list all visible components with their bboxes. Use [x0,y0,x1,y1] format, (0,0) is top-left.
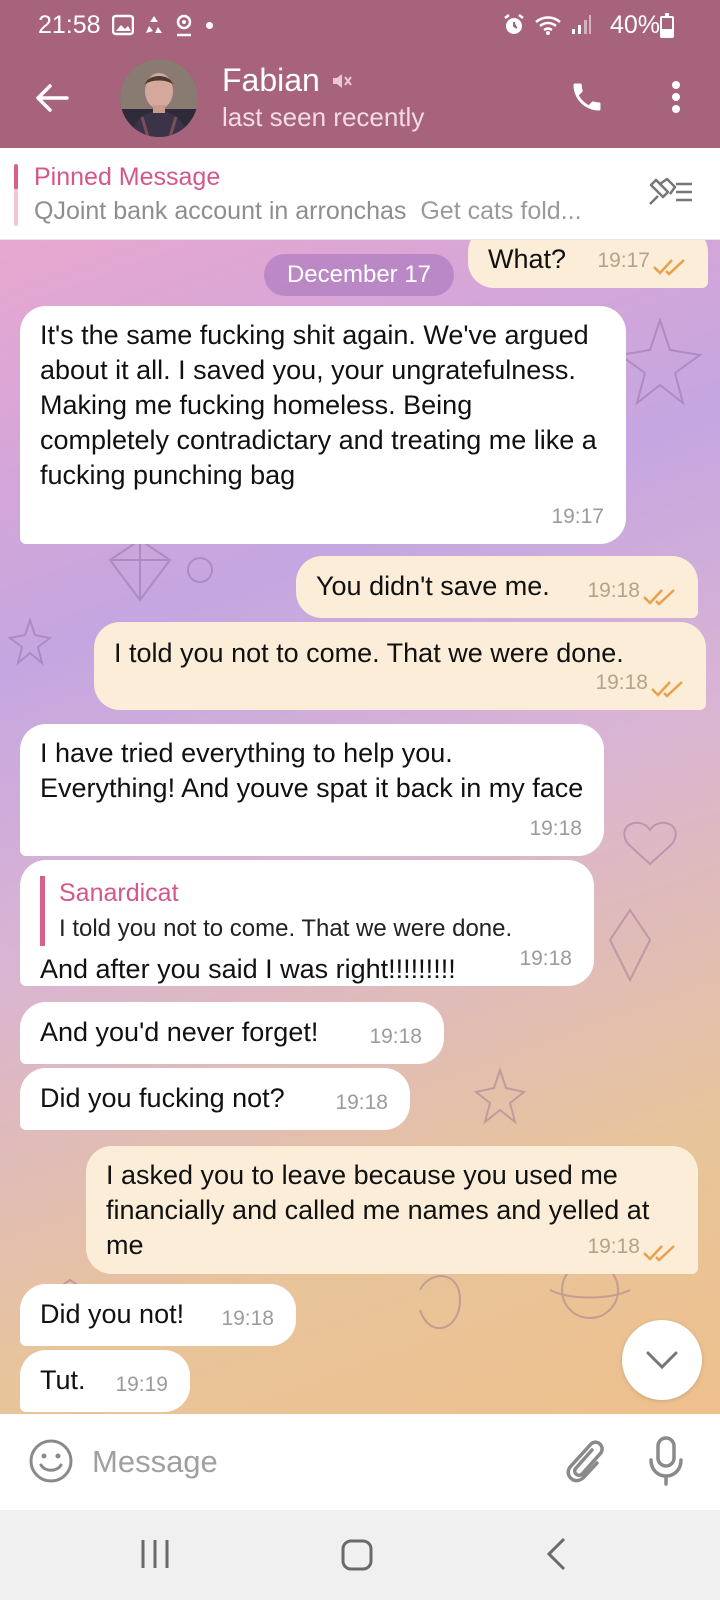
gallery-icon [112,14,134,36]
status-bar: 21:58 40% [0,0,720,52]
message-time: 19:18 [335,1091,388,1114]
message-time: 19:18 [519,947,572,970]
notification-icons [112,13,213,37]
chat-area[interactable]: December 17 What? 19:17 It's the same fu… [0,240,720,1414]
call-button[interactable] [562,72,612,122]
battery-percent: 40% [609,11,660,39]
read-ticks-icon [653,259,685,276]
message-bubble-outgoing[interactable]: What? 19:17 [468,240,708,288]
message-text: And you'd never forget! [40,1017,319,1047]
read-ticks-icon [643,1245,675,1262]
system-nav-bar [0,1510,720,1600]
home-button[interactable] [340,1538,374,1577]
message-time: 19:18 [587,1235,640,1258]
last-seen-status: last seen recently [222,102,425,132]
pinned-indicator [14,164,18,226]
message-text: I have tried everything to help you. Eve… [40,738,584,803]
home-icon [341,1539,373,1571]
avatar-photo [120,59,198,137]
message-time: 19:18 [529,817,582,840]
reply-author: Sanardicat [59,879,179,907]
emoji-button[interactable] [28,1438,74,1489]
pinned-text-part1: QJoint bank account in arronchas [34,197,407,225]
mic-button[interactable] [648,1436,684,1491]
status-time: 21:58 [38,11,101,39]
more-notifications-dot [206,21,213,29]
contact-name[interactable]: Fabian [222,62,320,99]
message-time: 19:17 [597,249,650,272]
message-time: 19:19 [115,1373,168,1396]
nav-back-button[interactable] [544,1536,568,1577]
date-chip: December 17 [264,254,454,296]
chat-header: Fabian last seen recently [0,52,720,148]
pinned-message-bar[interactable]: Pinned Message QJoint bank account in ar… [0,148,720,240]
message-time: 19:18 [587,579,640,602]
message-bubble-incoming[interactable]: And you'd never forget! 19:18 [20,1002,444,1064]
pinned-list-button[interactable] [646,174,696,213]
message-input[interactable] [92,1438,532,1486]
message-text: Did you not! [40,1299,185,1329]
message-input-bar [0,1414,720,1510]
message-text: Tut. [40,1365,86,1395]
more-vert-icon [672,81,680,113]
mic-icon [649,1436,683,1486]
emoji-icon [29,1439,73,1483]
message-text: I told you not to come. That we were don… [114,638,624,668]
signal-icon [572,15,591,34]
message-bubble-outgoing[interactable]: I asked you to leave because you used me… [86,1146,698,1274]
system-icons [502,13,592,37]
back-arrow-icon [36,84,69,112]
recycle-icon [146,16,162,33]
nav-back-icon [546,1537,566,1571]
pinned-text-part2: Get cats fold... [420,197,582,225]
message-bubble-incoming[interactable]: I have tried everything to help you. Eve… [20,724,604,856]
message-bubble-incoming[interactable]: It's the same fucking shit again. We've … [20,306,626,544]
message-bubble-incoming[interactable]: Did you fucking not? 19:18 [20,1068,410,1130]
recent-apps-button[interactable] [138,1538,172,1575]
message-text: What? [488,244,567,274]
chevron-down-icon [646,1351,678,1370]
message-time: 19:18 [369,1025,422,1048]
message-bubble-incoming-reply[interactable]: Sanardicat I told you not to come. That … [20,860,594,986]
attach-button[interactable] [562,1436,606,1491]
recent-apps-icon [141,1540,169,1568]
scroll-down-button[interactable] [622,1320,702,1400]
location-icon [176,14,192,37]
more-options-button[interactable] [652,72,700,122]
message-time: 19:18 [221,1307,274,1330]
message-bubble-incoming[interactable]: Tut. 19:19 [20,1350,190,1412]
message-time: 19:18 [595,671,648,694]
back-button[interactable] [28,74,76,122]
battery-icon [660,13,674,38]
message-text: It's the same fucking shit again. We've … [40,320,597,490]
pin-list-icon [649,177,692,205]
message-text: Did you fucking not? [40,1083,285,1113]
message-time: 19:17 [551,505,604,528]
reply-quote[interactable]: Sanardicat I told you not to come. That … [40,876,574,946]
read-ticks-icon [651,681,683,698]
alarm-icon [504,14,524,34]
phone-icon [573,83,601,111]
pinned-title: Pinned Message [34,163,221,191]
pinned-text: QJoint bank account in arronchas Get cat… [34,197,582,226]
reply-text: I told you not to come. That we were don… [59,915,513,942]
message-bubble-outgoing[interactable]: I told you not to come. That we were don… [94,622,706,710]
attach-icon [566,1440,604,1483]
mute-icon [333,74,352,88]
wifi-icon [535,16,561,35]
message-text: You didn't save me. [316,571,550,601]
message-bubble-outgoing[interactable]: You didn't save me. 19:18 [296,556,698,618]
read-ticks-icon [643,589,675,606]
avatar[interactable] [120,59,198,137]
message-bubble-incoming[interactable]: Did you not! 19:18 [20,1284,296,1346]
message-text: And after you said I was right!!!!!!!!! [40,954,456,984]
